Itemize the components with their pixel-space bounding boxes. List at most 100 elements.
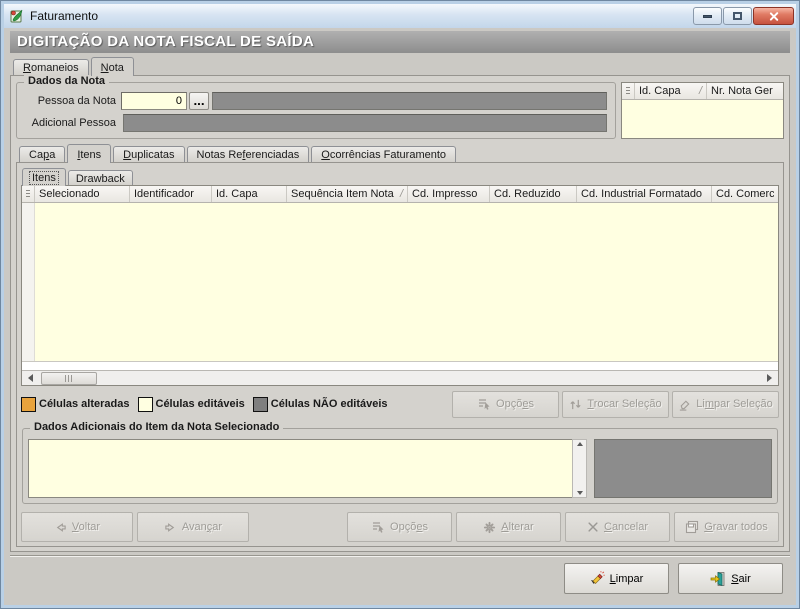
dados-adicionais-readonly-panel [594, 439, 772, 498]
items-grid-body[interactable] [22, 203, 778, 361]
limpar-selecao-button[interactable]: Limpar Seleção [672, 391, 779, 418]
subtab-drawback[interactable]: Drawback [68, 170, 133, 185]
app-window: Faturamento DIGITAÇÃO DA NOTA FISCAL DE … [0, 0, 800, 609]
subtab-itens[interactable]: Itens [22, 168, 66, 186]
save-stack-icon [685, 520, 699, 534]
pessoa-da-nota-label: Pessoa da Nota [21, 95, 121, 107]
arrow-right-icon [164, 521, 177, 534]
gravar-todos-button[interactable]: Gravar todos [674, 512, 779, 542]
options-hand-icon [371, 520, 385, 534]
page-title: DIGITAÇÃO DA NOTA FISCAL DE SAÍDA [10, 31, 790, 53]
adicional-pessoa-readonly-field [123, 114, 607, 132]
tab-capa[interactable]: Capa [19, 146, 65, 162]
sort-asc-icon: / [396, 188, 403, 200]
legend-swatch-editaveis [138, 397, 153, 412]
voltar-button[interactable]: Voltar [21, 512, 133, 542]
maximize-button[interactable] [723, 7, 752, 25]
cancel-x-icon [587, 521, 599, 533]
pessoa-lookup-button[interactable]: ... [189, 92, 209, 110]
legend-swatch-alteradas [21, 397, 36, 412]
capa-grid-header: Id. Capa/ Nr. Nota Ger [622, 83, 783, 100]
footer-bar: Limpar Sair [10, 555, 790, 601]
limpar-button[interactable]: Limpar [564, 563, 669, 594]
scroll-down-icon[interactable] [577, 491, 583, 495]
items-grid-header: Selecionado Identificador Id. Capa Sequê… [22, 186, 778, 203]
tab-nota[interactable]: Nota [91, 57, 134, 76]
tab-ocorrencias-faturamento[interactable]: Ocorrências Faturamento [311, 146, 456, 162]
tab-itens[interactable]: Itens [67, 144, 111, 163]
nota-page: Dados da Nota Pessoa da Nota ... Adicion… [10, 75, 790, 552]
col-identificador[interactable]: Identificador [130, 186, 212, 202]
dados-adicionais-group: Dados Adicionais do Item da Nota Selecio… [22, 428, 778, 504]
tab-notas-referenciadas[interactable]: Notas Referenciadas [187, 146, 310, 162]
legend-celulas-nao-editaveis: Células NÃO editáveis [253, 397, 388, 412]
dados-da-nota-group: Dados da Nota Pessoa da Nota ... Adicion… [16, 82, 616, 139]
col-sequencia-item-nota[interactable]: Sequência Item Nota/ [287, 186, 408, 202]
row-indicator-icon [26, 190, 30, 199]
scroll-up-icon[interactable] [577, 442, 583, 446]
row-indicator-header [22, 186, 35, 202]
options-hand-icon [477, 397, 491, 411]
group-title: Dados Adicionais do Item da Nota Selecio… [30, 421, 283, 433]
adicional-pessoa-label: Adicional Pessoa [21, 117, 121, 129]
dados-adicionais-memo[interactable] [28, 439, 572, 498]
items-grid-new-row-strip[interactable] [22, 361, 778, 370]
item-subtabbar: Itens Drawback [21, 167, 779, 185]
legend-label: Células editáveis [156, 398, 245, 410]
button-row: Voltar Avançar [21, 512, 779, 542]
scroll-left-icon [28, 374, 33, 382]
col-cd-industrial-formatado[interactable]: Cd. Industrial Formatado [577, 186, 712, 202]
row-indicator-header [622, 83, 635, 99]
legend-celulas-editaveis: Células editáveis [138, 397, 245, 412]
window-title: Faturamento [30, 9, 693, 23]
scroll-right-button[interactable] [762, 372, 777, 385]
col-cd-reduzido[interactable]: Cd. Reduzido [490, 186, 577, 202]
pessoa-da-nota-input[interactable] [121, 92, 187, 110]
close-button[interactable] [753, 7, 794, 25]
legend-swatch-nao-editaveis [253, 397, 268, 412]
scrollbar-grip-icon [65, 375, 73, 382]
maximize-icon [733, 12, 742, 20]
alterar-button[interactable]: Alterar [456, 512, 561, 542]
gear-flower-icon [483, 521, 496, 534]
close-icon [768, 11, 779, 22]
titlebar[interactable]: Faturamento [4, 4, 796, 28]
row-indicator-column [22, 203, 35, 361]
opcoes-selecao-button[interactable]: Opções [452, 391, 559, 418]
capa-grid-body[interactable] [622, 100, 783, 138]
col-id-capa[interactable]: Id. Capa [212, 186, 287, 202]
tab-romaneios[interactable]: Romaneios [13, 59, 89, 75]
group-title: Dados da Nota [24, 75, 109, 87]
exit-door-icon [710, 571, 726, 587]
legend-celulas-alteradas: Células alteradas [21, 397, 130, 412]
minimize-button[interactable] [693, 7, 722, 25]
legend-label: Células alteradas [39, 398, 130, 410]
items-grid-empty-area[interactable] [35, 203, 778, 361]
col-nr-nota-ger[interactable]: Nr. Nota Ger [707, 83, 783, 99]
col-selecionado[interactable]: Selecionado [35, 186, 130, 202]
horizontal-scrollbar[interactable] [22, 370, 778, 385]
minimize-icon [703, 15, 712, 18]
scroll-left-button[interactable] [23, 372, 38, 385]
scrollbar-thumb[interactable] [41, 372, 97, 385]
col-id-capa[interactable]: Id. Capa/ [635, 83, 707, 99]
app-icon [9, 8, 25, 24]
sair-button[interactable]: Sair [678, 563, 783, 594]
section-tabbar: Capa Itens Duplicatas Notas Referenciada… [16, 143, 784, 162]
col-cd-comercial-formatado[interactable]: Cd. Comercial For [712, 186, 778, 202]
itens-section-panel: Itens Drawback Selecionado Identificador… [16, 162, 784, 547]
arrow-left-icon [54, 521, 67, 534]
pessoa-nome-readonly-field [212, 92, 607, 110]
capa-summary-grid[interactable]: Id. Capa/ Nr. Nota Ger [621, 82, 784, 139]
pencil-eraser-icon [590, 571, 605, 586]
avancar-button[interactable]: Avançar [137, 512, 249, 542]
vertical-scrollbar[interactable] [572, 439, 587, 498]
main-tabbar: Romaneios Nota [10, 56, 790, 75]
opcoes-button[interactable]: Opções [347, 512, 452, 542]
eraser-icon [678, 398, 691, 411]
cancelar-button[interactable]: Cancelar [565, 512, 670, 542]
scroll-right-icon [767, 374, 772, 382]
col-cd-impresso[interactable]: Cd. Impresso [408, 186, 490, 202]
trocar-selecao-button[interactable]: Trocar Seleção [562, 391, 669, 418]
tab-duplicatas[interactable]: Duplicatas [113, 146, 184, 162]
